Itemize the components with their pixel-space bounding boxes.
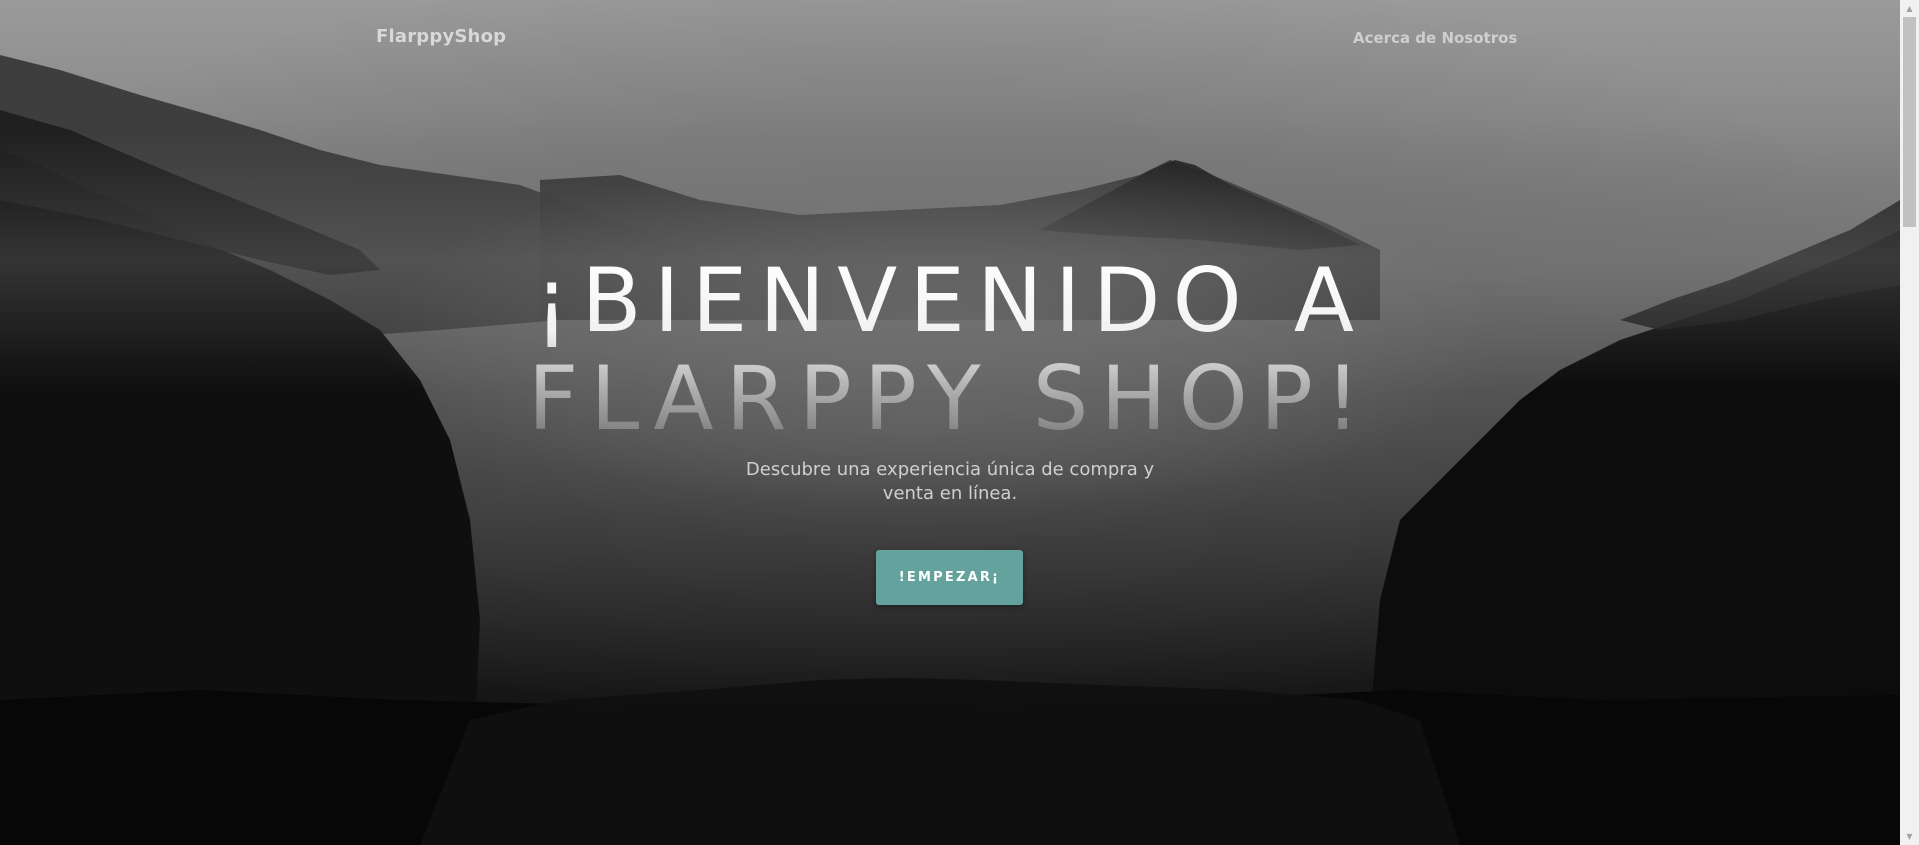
scroll-thumb[interactable] [1903, 17, 1916, 227]
brand-logo-link[interactable]: FlarppyShop [376, 26, 506, 47]
hero-title-line-1: ¡Bienvenido a [534, 249, 1366, 352]
hero-title: ¡Bienvenido a Flarppy Shop! [0, 252, 1900, 448]
hero-subtitle: Descubre una experiencia única de compra… [745, 459, 1155, 504]
scroll-down-arrow-icon[interactable]: ▼ [1900, 828, 1919, 845]
start-button[interactable]: !EMPEZAR¡ [876, 550, 1023, 605]
vertical-scrollbar[interactable]: ▲ ▼ [1900, 0, 1919, 845]
scroll-up-arrow-icon[interactable]: ▲ [1900, 0, 1919, 17]
about-us-link[interactable]: Acerca de Nosotros [1353, 29, 1517, 47]
hero-title-line-2: Flarppy Shop! [527, 347, 1373, 450]
